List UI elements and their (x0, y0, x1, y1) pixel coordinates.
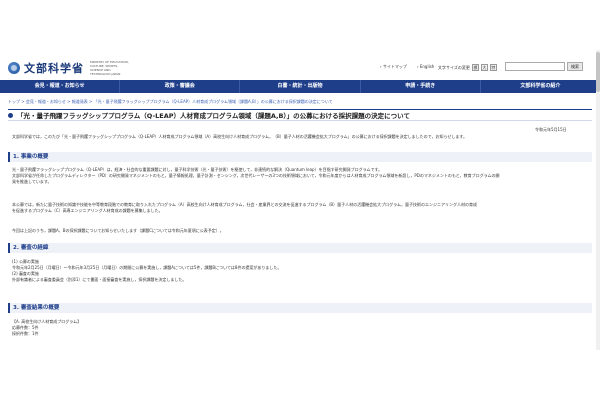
scrollbar-thumb[interactable] (596, 52, 600, 92)
logo-text: 文部科学省 (24, 62, 84, 75)
title-bullet-icon (8, 112, 13, 118)
font-size-xlarge-button[interactable]: 特 (489, 64, 497, 71)
section-heading-results: 3. 審査結果の概要 (8, 303, 592, 313)
nav-item-about[interactable]: 文部科学省の紹介 (481, 80, 600, 93)
results-line: 採択件数：1件 (12, 331, 39, 336)
breadcrumb[interactable]: トップ > 会見・報道・お知らせ > 報道発表 > 「光・量子飛躍フラッグシップ… (8, 99, 333, 105)
review-line: 外部有識者による審査委員会（別添1）にて書面・面接審査を実施し，採択課題を決定し… (12, 277, 187, 282)
english-link[interactable]: › English (417, 64, 434, 69)
publish-date: 令和元年5月15日 (535, 127, 567, 132)
overview-line: 今回は上記のうち，課題A，Bの採択課題についてお知らせいたします（課題Cについて… (12, 228, 224, 233)
global-nav: 会見・報道・お知らせ 政策・審議会 白書・統計・出版物 申請・手続き 文部科学省… (0, 80, 600, 93)
section-heading-overview: 1. 事業の概要 (8, 152, 592, 162)
overview-line: 発を推進しています。 (12, 179, 52, 184)
section-heading-review: 2. 審査の経緯 (8, 243, 592, 253)
page-title-bar: 「光・量子飛躍フラッグシッププログラム（Q-LEAP）人材育成プログラム領域（課… (8, 109, 592, 121)
font-size-large-button[interactable]: 大 (480, 64, 488, 71)
logo-subtitle: MINISTRY OF EDUCATION, CULTURE, SPORTS, … (90, 60, 129, 76)
mext-emblem-icon (8, 62, 20, 74)
nav-item-publications[interactable]: 白書・統計・出版物 (240, 80, 361, 93)
search-button[interactable]: 検索 (567, 62, 583, 71)
font-size-standard-button[interactable]: 標 (471, 64, 479, 71)
nav-item-applications[interactable]: 申請・手続き (361, 80, 481, 93)
overview-line: を促進するプログラム（C）高専エンジニアリング人材育成の課題を募集しました。 (12, 208, 163, 213)
site-logo[interactable]: 文部科学省 MINISTRY OF EDUCATION, CULTURE, SP… (8, 60, 130, 76)
page-title: 「光・量子飛躍フラッグシッププログラム（Q-LEAP）人材育成プログラム領域（課… (17, 112, 410, 120)
font-size-control: 文字サイズの変更 標 大 特 (438, 64, 497, 71)
font-size-label: 文字サイズの変更 (438, 64, 470, 70)
nav-item-policy[interactable]: 政策・審議会 (120, 80, 241, 93)
nav-item-news[interactable]: 会見・報道・お知らせ (0, 80, 121, 93)
sitemap-link[interactable]: › サイトマップ (380, 64, 407, 70)
scrollbar-track[interactable] (596, 50, 600, 350)
intro-text: 文部科学省では，このたび「光・量子飛躍フラッグシッププログラム（Q-LEAP）人… (12, 134, 467, 139)
search-input[interactable] (505, 62, 565, 71)
